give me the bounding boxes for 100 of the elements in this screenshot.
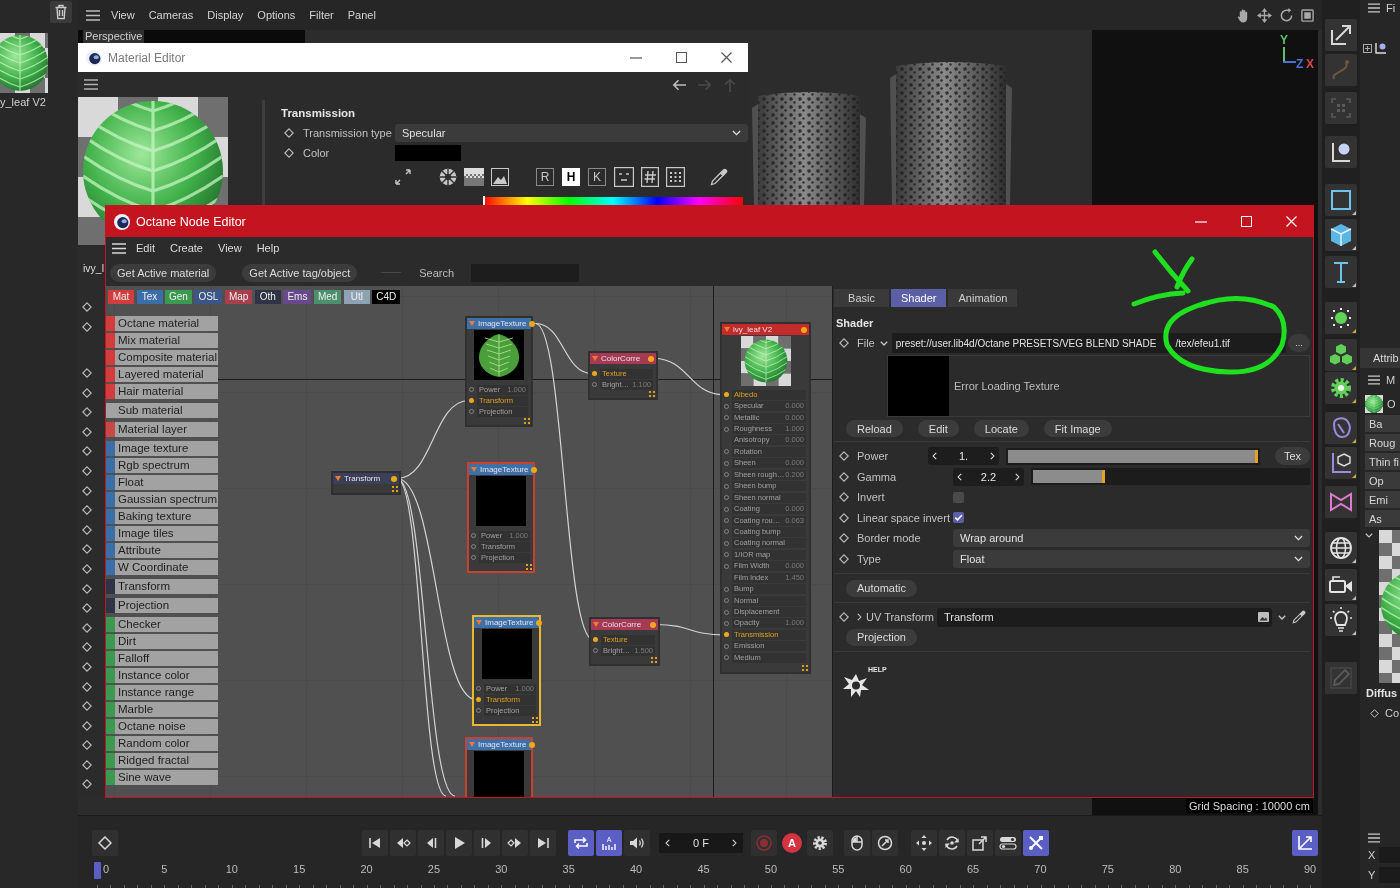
inspector-tab[interactable]: Shader xyxy=(891,289,947,307)
minimize-icon[interactable] xyxy=(630,56,642,59)
keyframe-button[interactable] xyxy=(92,830,118,856)
link-field[interactable]: Transform xyxy=(937,607,1272,627)
resize-grip-icon[interactable] xyxy=(651,657,657,663)
output-socket-icon[interactable] xyxy=(391,475,397,482)
palette-item[interactable]: Image tiles xyxy=(106,526,218,541)
material-node[interactable] xyxy=(720,322,811,674)
keyframe-diamond-icon[interactable] xyxy=(82,779,92,790)
menu-icon[interactable] xyxy=(1368,3,1380,13)
checker-strip-icon[interactable] xyxy=(464,168,484,186)
move-icon[interactable] xyxy=(1257,7,1272,23)
collapse-triangle-icon[interactable] xyxy=(335,476,341,481)
category-tab[interactable]: OSL xyxy=(194,290,223,304)
palette-item[interactable]: Sub material xyxy=(106,403,218,418)
frame-field[interactable]: 0 F xyxy=(659,833,743,853)
keyframe-diamond-icon[interactable] xyxy=(82,485,92,496)
previous-key-button[interactable] xyxy=(390,830,416,856)
palette-item[interactable]: Dirt xyxy=(106,634,218,649)
decrement-icon[interactable] xyxy=(932,452,937,461)
keyframe-diamond-icon[interactable] xyxy=(82,563,92,574)
palette-item[interactable]: Ridged fractal xyxy=(106,753,218,768)
channel-button[interactable]: Emi xyxy=(1365,491,1400,508)
menu-icon[interactable] xyxy=(112,242,126,254)
bowtie-icon[interactable] xyxy=(1325,486,1357,518)
previous-frame-button[interactable] xyxy=(418,830,444,856)
category-tab[interactable]: Map xyxy=(224,290,253,304)
keyframe-diamond-icon[interactable] xyxy=(82,524,92,535)
palette-item[interactable]: Attribute xyxy=(106,543,218,558)
first-frame-button[interactable] xyxy=(362,830,388,856)
next-frame-button[interactable] xyxy=(474,830,500,856)
port-socket-icon[interactable] xyxy=(724,392,729,398)
grid-dots-icon[interactable] xyxy=(1325,92,1357,124)
keyframe-diamond-icon[interactable] xyxy=(82,701,92,712)
hand-icon[interactable] xyxy=(1237,7,1250,23)
port-socket-icon[interactable] xyxy=(724,632,729,638)
resize-grip-icon[interactable] xyxy=(649,391,655,397)
palette-item[interactable]: Random color xyxy=(106,736,218,751)
action-button[interactable]: Locate xyxy=(973,420,1029,437)
menu-item[interactable]: Help xyxy=(256,242,280,254)
slider-track[interactable] xyxy=(1031,468,1310,486)
keyframe-diamond-icon[interactable] xyxy=(82,603,92,614)
menu-item[interactable]: Edit xyxy=(136,242,155,254)
menu-item[interactable]: View xyxy=(111,9,135,21)
output-socket-icon[interactable] xyxy=(529,320,536,327)
category-tab[interactable]: C4D xyxy=(372,290,401,304)
palette-item[interactable]: Sine wave xyxy=(106,770,218,785)
hash-icon[interactable] xyxy=(641,167,659,187)
resize-grip-icon[interactable] xyxy=(802,664,808,671)
keyframe-diamond-icon[interactable] xyxy=(82,544,92,555)
automatic-button[interactable]: Automatic xyxy=(846,579,917,597)
dropdown[interactable]: Specular xyxy=(395,124,748,142)
keyframe-diamond-icon[interactable] xyxy=(82,759,92,770)
toolbar-button[interactable]: Get Active material xyxy=(110,263,217,282)
keyframe-diamond-icon[interactable] xyxy=(82,505,92,516)
palette-item[interactable]: Octane noise xyxy=(106,719,218,734)
palette-item[interactable]: Baking texture xyxy=(106,509,218,524)
keyframe-diamond-icon[interactable] xyxy=(82,387,92,398)
slider-fill[interactable] xyxy=(1033,470,1105,484)
loop-button[interactable] xyxy=(568,830,594,856)
keyframe-diamond-icon[interactable] xyxy=(839,612,849,622)
keyframe-diamond-icon[interactable] xyxy=(1370,708,1379,718)
palette-item[interactable]: Rgb spectrum xyxy=(106,458,218,473)
output-socket-icon[interactable] xyxy=(531,466,538,473)
scale-button[interactable] xyxy=(967,830,993,856)
keyframe-diamond-icon[interactable] xyxy=(82,583,92,594)
channel-button[interactable]: Op xyxy=(1365,472,1400,489)
corner-arrows-icon[interactable] xyxy=(395,169,411,185)
dot-ring-icon[interactable] xyxy=(1325,302,1357,334)
maximize-view-icon[interactable] xyxy=(1301,8,1314,22)
output-socket-icon[interactable] xyxy=(801,326,807,333)
mouse-button[interactable] xyxy=(844,830,870,856)
keyframe-diamond-icon[interactable] xyxy=(839,512,849,523)
palette-item[interactable]: W Coordinate xyxy=(106,560,218,575)
palette-item[interactable]: Octane material xyxy=(106,316,218,331)
menu-icon[interactable] xyxy=(86,9,100,21)
texture-button[interactable]: Tex xyxy=(1274,447,1310,466)
increment-icon[interactable] xyxy=(990,452,995,461)
port-socket-icon[interactable] xyxy=(469,398,474,403)
palette-item[interactable]: Instance range xyxy=(106,685,218,700)
decrement-icon[interactable] xyxy=(957,472,962,481)
palette-item[interactable]: Transform xyxy=(106,579,218,594)
color-swatch[interactable] xyxy=(395,145,461,161)
menu-icon[interactable] xyxy=(1368,375,1380,385)
lines-box-icon[interactable] xyxy=(614,167,634,187)
menu-item[interactable]: Filter xyxy=(309,9,334,21)
collapse-icon[interactable] xyxy=(1365,533,1373,538)
checkbox[interactable] xyxy=(953,512,964,524)
checkbox[interactable] xyxy=(953,491,964,503)
next-key-button[interactable] xyxy=(502,830,528,856)
keyframe-diamond-icon[interactable] xyxy=(839,492,849,503)
keyframe-diamond-icon[interactable] xyxy=(839,338,849,348)
play-button[interactable] xyxy=(446,830,472,856)
close-icon[interactable] xyxy=(721,52,732,63)
resize-grip-icon[interactable] xyxy=(526,564,532,570)
menu-icon[interactable] xyxy=(1368,833,1380,843)
palette-item[interactable]: Mix material xyxy=(106,333,218,348)
inspector-tab[interactable]: Animation xyxy=(948,289,1018,307)
rotate-button[interactable] xyxy=(939,830,965,856)
resize-grip-icon[interactable] xyxy=(532,717,538,723)
